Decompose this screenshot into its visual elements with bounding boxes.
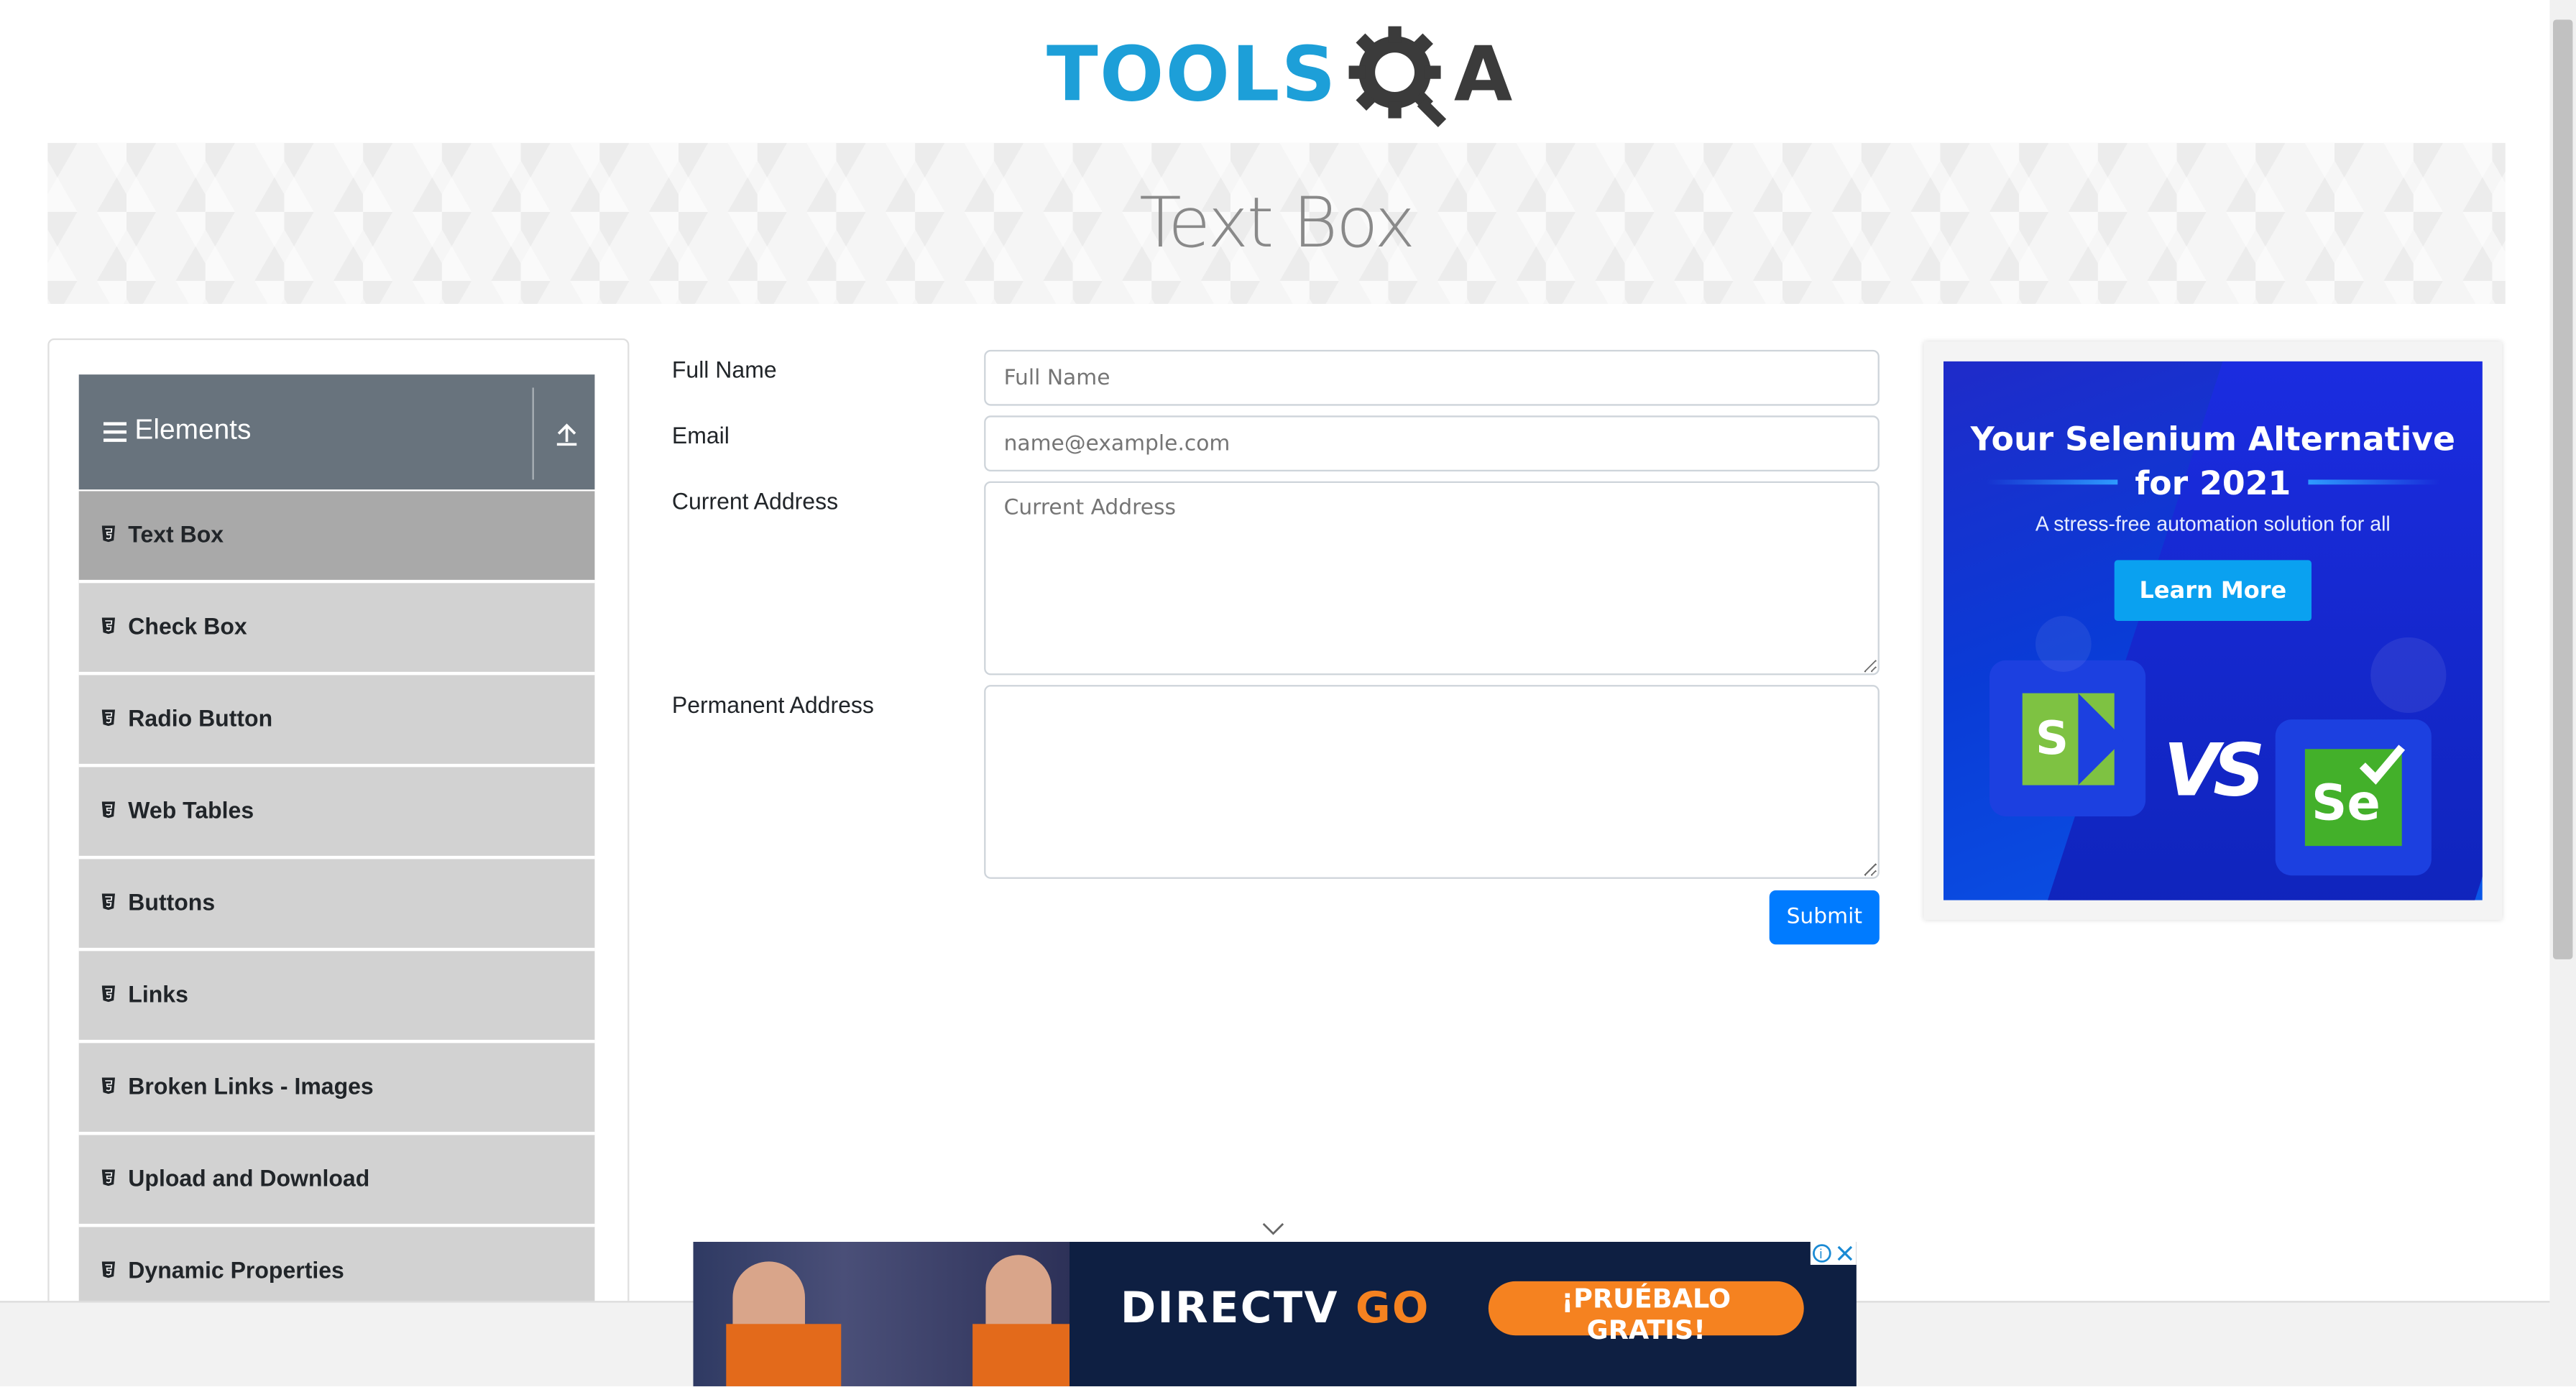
full-name-label: Full Name (671, 356, 777, 383)
page-banner: Text Box (47, 142, 2506, 304)
sidebar-group-title: Elements (134, 414, 252, 446)
selenium-logo: Se (2275, 719, 2432, 876)
scrollbar-thumb[interactable] (2553, 19, 2573, 959)
sidebar-item-label: Text Box (128, 520, 224, 548)
ad-title: Your Selenium Alternative for 2021 (1970, 418, 2456, 503)
directv-go-logo: DIRECTV GO (1120, 1284, 1430, 1335)
vs-text: VS (2163, 729, 2265, 814)
sidebar-item-links[interactable]: Links (78, 951, 595, 1043)
directv-ad[interactable]: DIRECTV GO ¡PRUÉBALO GRATIS! i (693, 1242, 1857, 1387)
html5-icon (101, 801, 115, 819)
sidebar-group-elements[interactable]: Elements (78, 374, 595, 490)
html5-icon (101, 893, 115, 911)
sidebar-item-buttons[interactable]: Buttons (78, 859, 595, 951)
clock-icon (2036, 616, 2092, 672)
email-label: Email (671, 422, 730, 448)
current-address-textarea[interactable] (984, 481, 1880, 676)
toolsqa-logo[interactable]: TOOLS A (1046, 23, 1514, 132)
hamburger-icon (104, 422, 127, 446)
email-input[interactable] (984, 415, 1880, 471)
page-title: Text Box (1139, 182, 1415, 263)
sidebar-item-check-box[interactable]: Check Box (78, 583, 595, 676)
html5-icon (101, 1077, 115, 1095)
html5-icon (101, 617, 115, 635)
code-icon (2370, 637, 2447, 714)
sidebar: Elements Text Box Check Box Radio Button… (47, 338, 630, 1360)
katalon-logo: S (1990, 660, 2146, 816)
full-name-input[interactable] (984, 349, 1880, 406)
gear-magnifier-icon (1348, 26, 1447, 127)
sidebar-item-broken-links[interactable]: Broken Links - Images (78, 1043, 595, 1135)
sidebar-item-web-tables[interactable]: Web Tables (78, 767, 595, 860)
try-free-button[interactable]: ¡PRUÉBALO GRATIS! (1488, 1281, 1804, 1345)
ad-frame: Your Selenium Alternative for 2021 A str… (1923, 341, 2503, 920)
current-address-label: Current Address (671, 487, 839, 515)
page-scrollbar[interactable] (2549, 0, 2576, 1387)
header-divider (532, 387, 534, 480)
selenium-alternative-ad[interactable]: Your Selenium Alternative for 2021 A str… (1944, 361, 2483, 900)
sidebar-item-label: Upload and Download (128, 1164, 370, 1192)
sidebar-item-upload-download[interactable]: Upload and Download (78, 1135, 595, 1227)
adchoices-icon[interactable]: i (1810, 1242, 1857, 1266)
svg-text:i: i (1819, 1246, 1822, 1261)
submit-button[interactable]: Submit (1769, 890, 1880, 945)
permanent-address-label: Permanent Address (671, 691, 874, 718)
html5-icon (101, 1169, 115, 1186)
sidebar-item-radio-button[interactable]: Radio Button (78, 675, 595, 768)
logo-text-tools: TOOLS (1046, 29, 1338, 119)
html5-icon (101, 525, 115, 543)
checkmark-icon (2359, 745, 2406, 785)
ad-photo (693, 1242, 1070, 1387)
learn-more-button[interactable]: Learn More (2114, 560, 2312, 622)
sidebar-item-label: Buttons (128, 888, 216, 916)
sidebar-item-label: Radio Button (128, 704, 273, 732)
sidebar-item-label: Check Box (128, 612, 247, 640)
sidebar-item-label: Links (128, 980, 188, 1008)
html5-icon (101, 1261, 115, 1278)
ad-subtitle: A stress-free automation solution for al… (2035, 512, 2391, 536)
html5-icon (101, 985, 115, 1003)
permanent-address-textarea[interactable] (984, 685, 1880, 879)
sidebar-item-label: Dynamic Properties (128, 1256, 344, 1284)
sidebar-item-label: Broken Links - Images (128, 1072, 374, 1100)
logo-text-a: A (1453, 29, 1513, 119)
collapse-arrow-icon[interactable] (556, 420, 579, 447)
html5-icon (101, 709, 115, 727)
chevron-down-icon[interactable] (1261, 1222, 1284, 1235)
sidebar-item-text-box[interactable]: Text Box (78, 491, 595, 584)
sidebar-item-label: Web Tables (128, 796, 254, 824)
